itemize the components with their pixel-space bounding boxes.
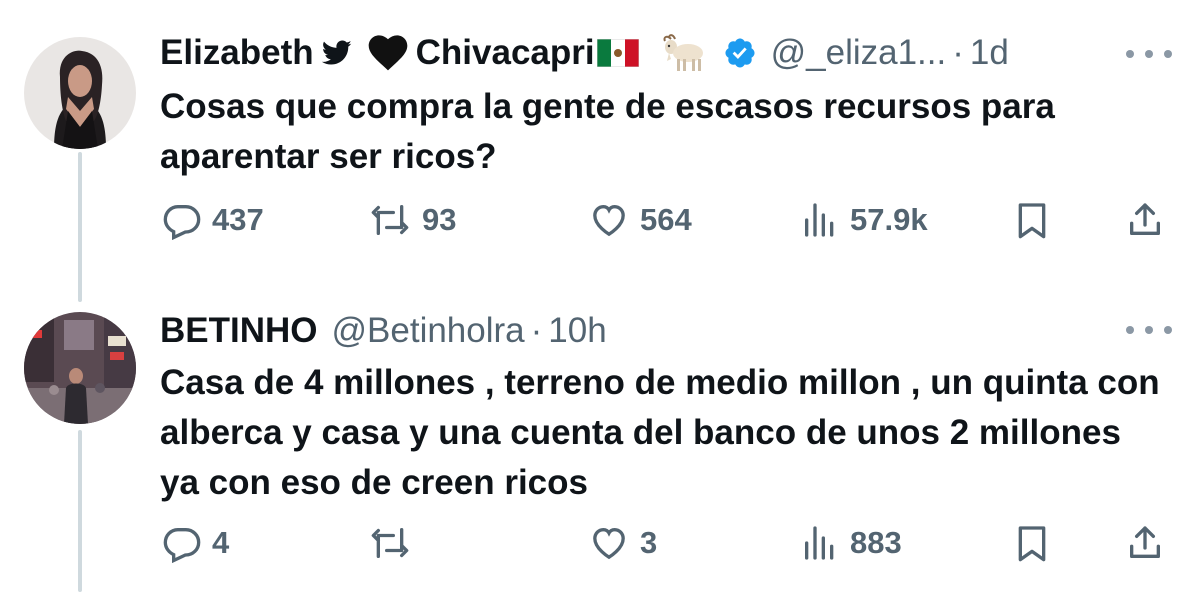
reply-icon — [163, 528, 201, 563]
tweet-text: Cosas que compra la gente de escasos rec… — [160, 87, 1055, 176]
tweet-header: Elizabeth Chivacapri @_eliza1... · 1d — [160, 30, 1090, 76]
more-options-icon[interactable] — [1126, 44, 1172, 64]
like-button[interactable]: 564 — [588, 192, 692, 248]
retweet-icon — [371, 205, 409, 235]
views-chart-icon — [805, 526, 834, 560]
heart-icon — [593, 527, 625, 560]
retweet-button[interactable] — [368, 515, 422, 571]
reply-button[interactable]: 4 — [162, 515, 229, 571]
tweet-actions: 437 93 564 57.9k — [160, 192, 1170, 248]
share-button[interactable] — [1125, 192, 1175, 248]
like-count: 564 — [640, 202, 692, 237]
bookmark-icon — [1018, 203, 1046, 239]
separator-dot: · — [530, 311, 543, 350]
tweet-original[interactable]: Elizabeth Chivacapri @_eliza1... · 1d Co… — [0, 0, 1200, 300]
retweet-button[interactable]: 93 — [368, 192, 456, 248]
black-heart-icon — [368, 35, 408, 71]
share-icon — [1130, 203, 1160, 235]
tweet-thread: Elizabeth Chivacapri @_eliza1... · 1d Co… — [0, 0, 1200, 592]
share-button[interactable] — [1125, 515, 1175, 571]
bookmark-button[interactable] — [1012, 192, 1062, 248]
bookmark-button[interactable] — [1012, 515, 1062, 571]
user-handle[interactable]: @Betinholra — [332, 311, 525, 351]
reply-icon — [163, 205, 201, 240]
reply-count: 437 — [212, 202, 264, 237]
mexico-flag-icon — [596, 39, 639, 67]
tweet-header: BETINHO @Betinholra · 10h — [160, 308, 1090, 354]
views-button[interactable]: 883 — [800, 515, 902, 571]
timestamp[interactable]: 1d — [970, 33, 1009, 73]
views-chart-icon — [805, 203, 834, 237]
verified-badge-icon[interactable] — [723, 36, 757, 70]
tweet-reply[interactable]: BETINHO @Betinholra · 10h Casa de 4 mill… — [0, 300, 1200, 592]
retweet-icon — [371, 528, 409, 558]
reply-button[interactable]: 437 — [162, 192, 264, 248]
goat-icon — [661, 33, 707, 73]
avatar[interactable] — [24, 37, 136, 149]
bookmark-icon — [1018, 526, 1046, 562]
display-name[interactable]: Elizabeth — [160, 33, 314, 73]
display-name-suffix: Chivacapri — [415, 33, 595, 72]
tweet-text: Casa de 4 millones , terreno de medio mi… — [160, 363, 1160, 502]
heart-icon — [593, 204, 625, 237]
share-icon — [1130, 526, 1160, 558]
retweet-count: 93 — [422, 202, 457, 237]
views-button[interactable]: 57.9k — [800, 192, 928, 248]
tweet-actions: 4 3 883 — [160, 515, 1170, 571]
bird-icon — [321, 40, 352, 66]
reply-count: 4 — [212, 525, 230, 560]
like-count: 3 — [640, 525, 658, 560]
display-name[interactable]: BETINHO — [160, 311, 318, 351]
avatar[interactable] — [24, 312, 136, 424]
more-options-icon[interactable] — [1126, 320, 1172, 340]
timestamp[interactable]: 10h — [548, 311, 606, 351]
views-count: 883 — [850, 525, 902, 560]
user-handle[interactable]: @_eliza1... — [771, 33, 947, 73]
separator-dot: · — [952, 33, 964, 72]
like-button[interactable]: 3 — [588, 515, 657, 571]
views-count: 57.9k — [850, 202, 928, 237]
